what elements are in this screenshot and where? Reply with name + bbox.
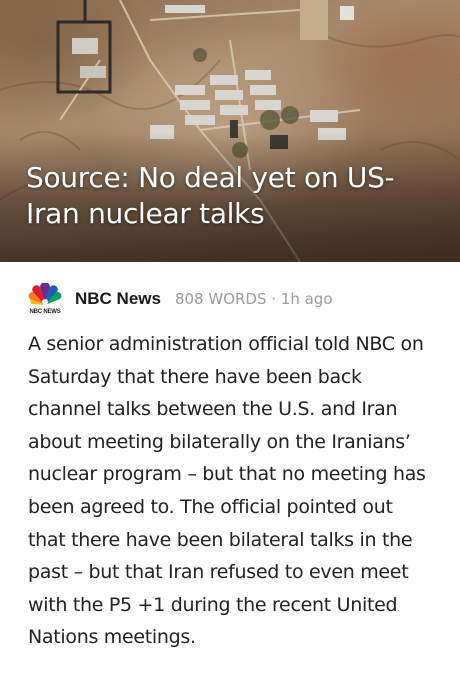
article-headline[interactable]: Source: No deal yet on US-Iran nuclear t… (26, 160, 436, 232)
logo-wordmark: NBC NEWS (29, 309, 61, 315)
article-body[interactable]: A senior administration official told NB… (28, 328, 428, 654)
hero-satellite-image[interactable]: Source: No deal yet on US-Iran nuclear t… (0, 0, 460, 262)
article-meta: 808 WORDS · 1h ago (175, 290, 333, 308)
nbc-peacock-icon: NBC NEWS (28, 282, 62, 315)
article-card[interactable]: Source: No deal yet on US-Iran nuclear t… (0, 0, 460, 690)
source-row: NBC NEWS NBC News 808 WORDS · 1h ago (28, 282, 333, 315)
time-ago: 1h ago (280, 290, 333, 308)
meta-separator: · (271, 290, 277, 308)
word-count: 808 WORDS (174, 290, 267, 308)
source-name[interactable]: NBC News (75, 289, 161, 309)
